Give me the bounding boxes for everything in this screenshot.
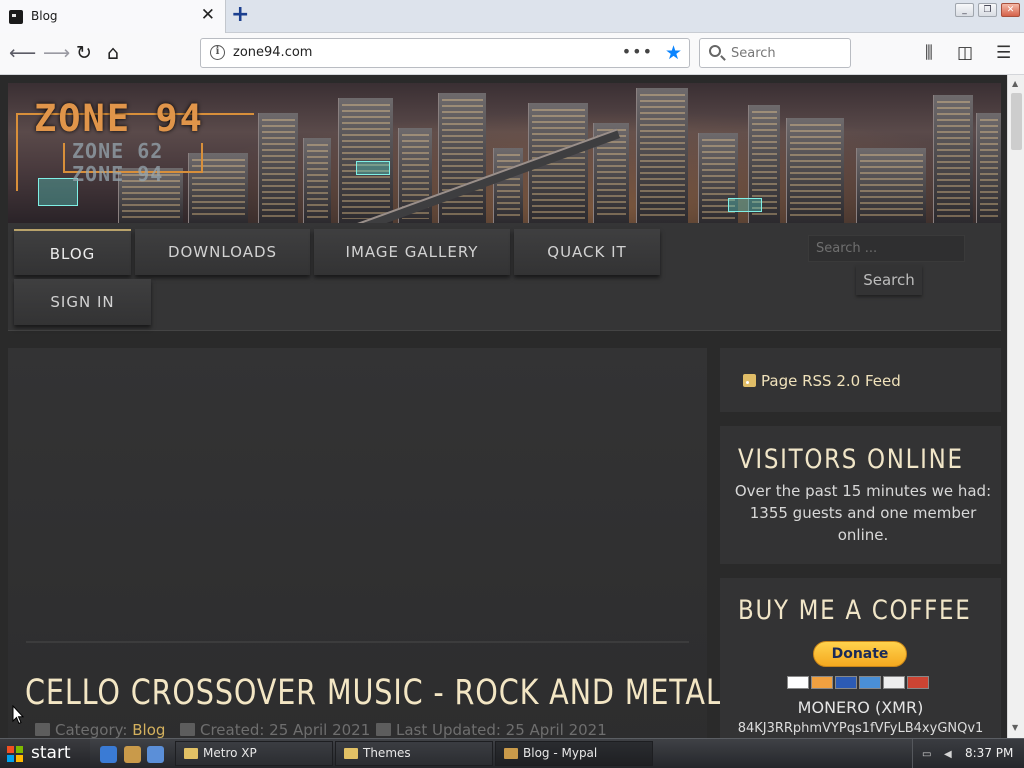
back-arrow-icon[interactable]: ⟵ [9,42,36,64]
calendar-icon [180,723,195,736]
monero-address: 84KJ3RRphmVYPqs1fVFyLB4xyGNQv1 [737,721,984,736]
category-label: Category: [55,721,128,738]
main-menu: BLOG DOWNLOADS IMAGE GALLERY QUACK IT SI… [8,223,1001,331]
site-info-icon[interactable]: i [210,45,225,60]
rss-module: Page RSS 2.0 Feed [720,348,1001,412]
monero-title: MONERO (XMR) [797,698,924,717]
internet-explorer-icon[interactable] [100,746,117,763]
logo-subtitle-2: ZONE 94 [72,162,164,186]
rss-label[interactable]: Page RSS 2.0 Feed [761,372,901,390]
tab-title: Blog [31,9,58,23]
browser-titlebar: Blog ✕ + _ ❐ ✕ [0,0,1024,33]
scroll-up-arrow-icon[interactable]: ▲ [1012,79,1018,88]
windows-taskbar: start Metro XP Themes Blog - Mypal ▭ ◀ 8… [0,738,1024,768]
site-search-button[interactable]: Search [856,265,922,295]
visitors-module: VISITORS ONLINE Over the past 15 minutes… [720,426,1001,564]
bank-card-icon [907,676,929,689]
restore-button[interactable]: ❐ [978,3,997,17]
site-banner: ZONE 94 ZONE 62 ZONE 94 [8,83,1001,223]
site-favicon-icon [9,10,23,24]
taskbar-item-blog-mypal[interactable]: Blog - Mypal [495,741,653,766]
task-label: Metro XP [203,746,257,760]
tab-close-icon[interactable]: ✕ [201,6,215,24]
category-link[interactable]: Blog [132,721,165,738]
tray-expand-icon[interactable]: ◀ [944,749,952,760]
mastercard-icon [811,676,833,689]
explorer-quicklaunch-icon[interactable] [147,746,164,763]
url-text[interactable]: zone94.com [233,45,312,60]
rss-icon [743,374,756,387]
logo-subtitle-1: ZONE 62 [72,139,164,163]
coffee-module: BUY ME A COFFEE Donate MONERO (XMR) 84KJ… [720,578,1001,738]
page-scrollbar[interactable]: ▲ ▼ [1007,75,1024,738]
discover-card-icon [883,676,905,689]
coffee-title: BUY ME A COFFEE [738,595,972,626]
menu-item-image-gallery[interactable]: IMAGE GALLERY [314,229,510,275]
menu-item-blog[interactable]: BLOG [14,229,131,275]
browser-tab[interactable]: Blog ✕ [0,0,226,33]
article-panel: CELLO CROSSOVER MUSIC - ROCK AND METAL C… [8,348,722,738]
menu-item-sign-in[interactable]: SIGN IN [14,279,151,325]
page-viewport: ZONE 94 ZONE 62 ZONE 94 BLOG DOWNLOADS I… [0,75,1007,738]
mouse-pointer-icon [12,705,24,725]
article-divider [26,641,689,643]
amex-card-icon [859,676,881,689]
sidebar-toggle-icon[interactable]: ◫ [957,43,973,63]
browser-navbar: ⟵ ⟶ ↻ ⌂ i zone94.com ••• ★ Search ⫼ ◫ ☰ [0,33,1024,75]
keyboard-icon[interactable]: ▭ [922,749,931,760]
taskbar-item-themes[interactable]: Themes [335,741,493,766]
windows-flag-icon [7,746,24,763]
folder-icon [184,748,198,759]
rss-feed-link[interactable]: Page RSS 2.0 Feed [743,372,901,390]
article-created: Created: 25 April 2021 [180,721,370,738]
visa-card-icon [787,676,809,689]
home-icon[interactable]: ⌂ [107,42,119,64]
browser-search-placeholder: Search [731,46,776,61]
hamburger-menu-icon[interactable]: ☰ [996,43,1011,63]
mypal-browser-icon[interactable] [124,746,141,763]
mypal-icon [504,748,518,759]
payment-cards [787,674,931,689]
start-button[interactable]: start [0,739,90,768]
scroll-thumb[interactable] [1011,93,1022,150]
article-title[interactable]: CELLO CROSSOVER MUSIC - ROCK AND METAL [25,673,723,713]
start-label: start [31,743,71,763]
system-tray: ▭ ◀ 8:37 PM [912,739,1024,768]
menu-item-downloads[interactable]: DOWNLOADS [135,229,310,275]
folder-icon [35,723,50,736]
folder-icon [344,748,358,759]
taskbar-item-metro-xp[interactable]: Metro XP [175,741,333,766]
updated-date: Last Updated: 25 April 2021 [396,721,607,738]
site-search-input[interactable]: Search ... [808,235,965,262]
window-close-button[interactable]: ✕ [1001,3,1020,17]
clock[interactable]: 8:37 PM [965,746,1013,760]
browser-search-input[interactable]: Search [699,38,851,68]
reload-icon[interactable]: ↻ [76,42,92,64]
task-label: Themes [363,746,411,760]
article-updated: Last Updated: 25 April 2021 [376,721,607,738]
forward-arrow-icon[interactable]: ⟶ [43,42,70,64]
search-icon [709,45,721,57]
visitors-title: VISITORS ONLINE [738,444,964,475]
created-date: Created: 25 April 2021 [200,721,371,738]
menu-item-quack-it[interactable]: QUACK IT [514,229,660,275]
minimize-button[interactable]: _ [955,3,974,17]
scroll-down-arrow-icon[interactable]: ▼ [1012,723,1018,732]
maestro-card-icon [835,676,857,689]
bookmark-star-icon[interactable]: ★ [665,42,682,64]
new-tab-button[interactable]: + [231,4,249,26]
site-logo[interactable]: ZONE 94 [34,97,204,140]
address-bar[interactable]: i zone94.com ••• ★ [200,38,690,68]
library-icon[interactable]: ⫼ [925,43,933,63]
visitors-text: Over the past 15 minutes we had: 1355 gu… [734,482,992,544]
article-category: Category: Blog [35,721,165,738]
page-actions-icon[interactable]: ••• [622,42,653,61]
task-label: Blog - Mypal [523,746,598,760]
donate-button[interactable]: Donate [813,641,907,667]
calendar-icon [376,723,391,736]
